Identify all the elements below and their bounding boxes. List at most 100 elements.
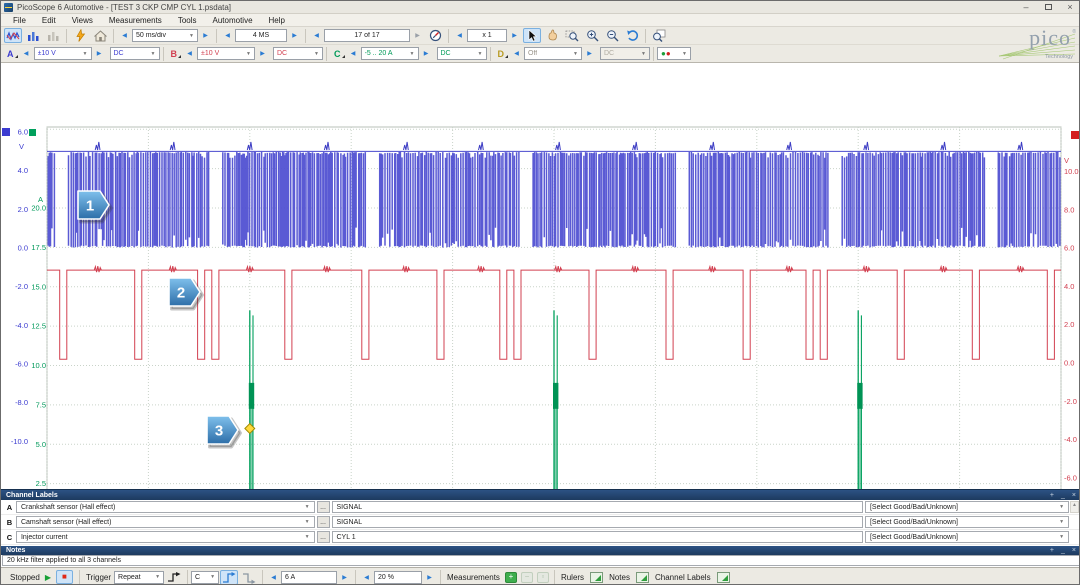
minimize-window-icon[interactable]: – <box>1015 1 1037 14</box>
close-panel-icon[interactable]: × <box>1072 547 1076 554</box>
home-settings-button[interactable] <box>91 28 109 43</box>
hand-tool-button[interactable] <box>543 28 561 43</box>
menu-measurements[interactable]: Measurements <box>101 14 170 27</box>
channel-c-range-prev[interactable]: ◀ <box>347 47 360 60</box>
close-window-icon[interactable]: × <box>1059 1 1080 14</box>
trigger-level-down-button[interactable]: ◀ <box>267 571 280 584</box>
marquee-zoom-button[interactable] <box>563 28 581 43</box>
channel-a-range-prev[interactable]: ◀ <box>20 47 33 60</box>
channel-b-menu[interactable]: B <box>171 49 181 59</box>
channel-a-axis-marker[interactable] <box>2 128 10 136</box>
menu-file[interactable]: File <box>5 14 34 27</box>
zoom-overview-button[interactable] <box>650 28 668 43</box>
notes-toggle-icon[interactable] <box>636 572 649 583</box>
zoom-factor-input[interactable]: x 1 <box>467 29 507 42</box>
menu-edit[interactable]: Edit <box>34 14 64 27</box>
channel-b-name-edit-button[interactable]: ... <box>317 516 330 528</box>
channel-a-range-select[interactable]: ±10 V ▼ <box>34 47 92 60</box>
trigger-mode-select[interactable]: Repeat ▼ <box>114 571 164 584</box>
buffer-navigator-button[interactable] <box>426 28 444 43</box>
channel-a-name-select[interactable]: Crankshaft sensor (Hall effect) ▼ <box>16 501 315 513</box>
svg-text:A: A <box>38 195 43 204</box>
channel-a-signal-field[interactable]: SIGNAL <box>332 501 863 513</box>
channel-d-range-select[interactable]: Off ▼ <box>524 47 582 60</box>
channel-a-name-edit-button[interactable]: ... <box>317 501 330 513</box>
zoom-factor-next-button[interactable]: ▶ <box>508 29 521 42</box>
rising-edge-button[interactable] <box>220 570 238 585</box>
channel-a-menu[interactable]: A <box>7 49 17 59</box>
menu-tools[interactable]: Tools <box>170 14 205 27</box>
pretrigger-up-button[interactable]: ▶ <box>423 571 436 584</box>
probe-settings-button[interactable]: ● ● ▼ <box>657 47 691 60</box>
zoom-out-button[interactable] <box>603 28 621 43</box>
channel-c-range-select[interactable]: -5 .. 20 A ▼ <box>361 47 419 60</box>
samples-prev-button[interactable]: ◀ <box>221 29 234 42</box>
sample-count-input[interactable]: 4 MS <box>235 29 287 42</box>
channel-a-status-select[interactable]: [Select Good/Bad/Unknown] ▼ <box>865 501 1069 513</box>
rulers-toggle-icon[interactable] <box>590 572 603 583</box>
channel-a-range-next[interactable]: ▶ <box>93 47 106 60</box>
waveform-plot[interactable]: 6.04.02.00.0-2.0-4.0-6.0-8.0-10.0V20.017… <box>1 63 1080 489</box>
menu-views[interactable]: Views <box>64 14 101 27</box>
pretrigger-input[interactable]: 20 % <box>374 571 422 584</box>
channel-labels-header[interactable]: Channel Labels + _ × <box>1 490 1080 500</box>
normal-selection-button[interactable] <box>523 28 541 43</box>
channel-labels-toggle-icon[interactable] <box>717 572 730 583</box>
notes-input[interactable]: 20 kHz filter applied to all 3 channels <box>2 555 1080 566</box>
probe-wizard-button[interactable] <box>71 28 89 43</box>
timebase-select[interactable]: 50 ms/div ▼ <box>132 29 198 42</box>
stop-capture-button[interactable]: ■ <box>56 570 73 584</box>
samples-next-button[interactable]: ▶ <box>288 29 301 42</box>
advanced-trigger-button[interactable] <box>165 570 183 585</box>
channel-c-name-select[interactable]: Injector current ▼ <box>16 531 315 543</box>
channel-c-name-edit-button[interactable]: ... <box>317 531 330 543</box>
channel-b-axis-marker[interactable] <box>1071 131 1079 139</box>
channel-b-status-select[interactable]: [Select Good/Bad/Unknown] ▼ <box>865 516 1069 528</box>
buffer-prev-button[interactable]: ◀ <box>310 29 323 42</box>
minimize-panel-icon[interactable]: _ <box>1061 492 1065 499</box>
trigger-level-up-button[interactable]: ▶ <box>338 571 351 584</box>
undo-zoom-button[interactable] <box>623 28 641 43</box>
minimize-panel-icon[interactable]: _ <box>1061 547 1065 554</box>
channel-c-menu[interactable]: C <box>334 49 344 59</box>
zoom-factor-prev-button[interactable]: ◀ <box>453 29 466 42</box>
timebase-prev-button[interactable]: ◀ <box>118 29 131 42</box>
timebase-next-button[interactable]: ▶ <box>199 29 212 42</box>
channel-c-signal-field[interactable]: CYL 1 <box>332 531 863 543</box>
channel-c-status-select[interactable]: [Select Good/Bad/Unknown] ▼ <box>865 531 1069 543</box>
channel-d-menu[interactable]: D <box>498 49 508 59</box>
channel-b-range-next[interactable]: ▶ <box>256 47 269 60</box>
trigger-level-input[interactable]: 6 A <box>281 571 337 584</box>
channel-b-name-select[interactable]: Camshaft sensor (Hall effect) ▼ <box>16 516 315 528</box>
channel-b-range-select[interactable]: ±10 V ▼ <box>197 47 255 60</box>
pin-panel-icon[interactable]: + <box>1050 492 1054 499</box>
channel-c-range-next[interactable]: ▶ <box>420 47 433 60</box>
channel-c-axis-marker[interactable] <box>29 129 36 136</box>
channel-b-coupling-select[interactable]: DC ▼ <box>273 47 323 60</box>
close-panel-icon[interactable]: × <box>1072 492 1076 499</box>
add-measurement-button[interactable]: + <box>505 572 517 583</box>
chevron-down-icon: ▼ <box>148 51 156 57</box>
channel-d-range-prev[interactable]: ◀ <box>510 47 523 60</box>
menu-automotive[interactable]: Automotive <box>205 14 261 27</box>
scope-view-button[interactable] <box>4 28 22 43</box>
channel-d-range-next[interactable]: ▶ <box>583 47 596 60</box>
channel-b-range-prev[interactable]: ◀ <box>183 47 196 60</box>
pretrigger-down-button[interactable]: ◀ <box>360 571 373 584</box>
persistence-view-button[interactable] <box>44 28 62 43</box>
notes-header[interactable]: Notes + _ × <box>1 546 1080 555</box>
trigger-source-select[interactable]: C ▼ <box>191 571 219 584</box>
restore-window-icon[interactable] <box>1037 1 1059 14</box>
buffer-position-display[interactable]: 17 of 17 <box>324 29 410 42</box>
falling-edge-button[interactable] <box>240 570 258 585</box>
scroll-up-arrow[interactable]: ▲ <box>1070 501 1079 513</box>
channel-c-coupling-select[interactable]: DC ▼ <box>437 47 487 60</box>
pin-panel-icon[interactable]: + <box>1050 547 1054 554</box>
channel-b-signal-field[interactable]: SIGNAL <box>332 516 863 528</box>
spectrum-view-button[interactable] <box>24 28 42 43</box>
channel-a-coupling-select[interactable]: DC ▼ <box>110 47 160 60</box>
zoom-in-button[interactable] <box>583 28 601 43</box>
buffer-next-button[interactable]: ▶ <box>411 29 424 42</box>
start-capture-icon[interactable]: ▶ <box>45 573 51 582</box>
menu-help[interactable]: Help <box>261 14 293 27</box>
